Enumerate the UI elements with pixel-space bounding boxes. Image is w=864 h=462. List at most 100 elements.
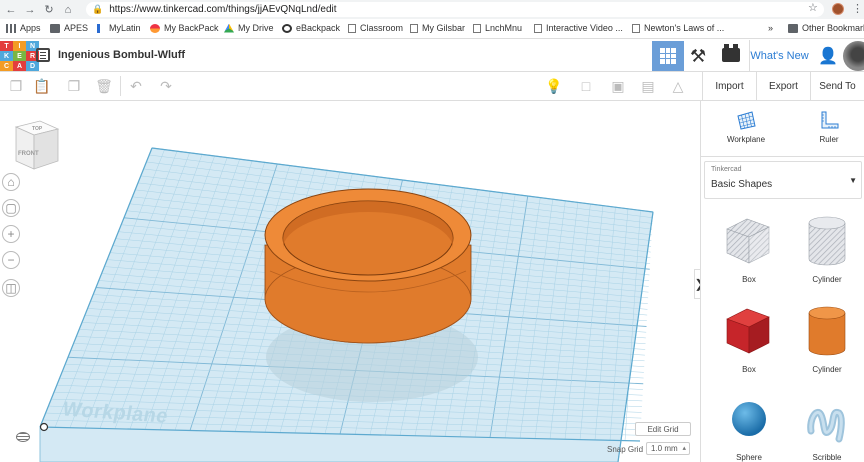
workplane-tool[interactable]: Workplane xyxy=(716,109,776,144)
home-icon[interactable]: ⌂ xyxy=(60,2,76,18)
paste-icon[interactable]: 📋 xyxy=(32,77,52,95)
zoom-out-icon[interactable]: − xyxy=(2,251,20,269)
design-title[interactable]: Ingenious Bombul-Wluff xyxy=(58,49,185,61)
layers-icon[interactable] xyxy=(16,432,30,442)
note-icon[interactable]: □ xyxy=(576,77,596,95)
import-button[interactable]: Import xyxy=(702,72,756,101)
ruler-icon xyxy=(821,111,839,129)
perspective-icon[interactable]: ◫ xyxy=(2,279,20,297)
export-button[interactable]: Export xyxy=(756,72,810,101)
fit-view-icon[interactable]: ▢ xyxy=(2,199,20,217)
cylinder-hole-shape[interactable] xyxy=(805,215,849,267)
bookmark-apps[interactable]: Apps xyxy=(6,23,41,33)
send-to-button[interactable]: Send To xyxy=(810,72,864,101)
orange-tray-object[interactable] xyxy=(264,188,472,344)
workplane-icon xyxy=(737,111,756,130)
grid-icon xyxy=(660,48,676,64)
bookmark-mylatin[interactable]: MyLatin xyxy=(97,23,141,33)
logo-cell: D xyxy=(26,61,39,71)
duplicate-icon[interactable]: ❐ xyxy=(64,77,84,95)
library-name: Basic Shapes xyxy=(711,179,773,190)
folder-icon xyxy=(788,23,798,33)
sphere-shape[interactable] xyxy=(729,399,769,439)
pickaxe-icon[interactable]: ⚒ xyxy=(690,46,710,66)
bookmarks-bar: Apps APES MyLatin My BackPack My Drive e… xyxy=(0,19,864,39)
page-icon xyxy=(534,23,542,33)
shape-label: Box xyxy=(742,275,756,284)
add-user-icon[interactable]: 👤 xyxy=(818,46,838,66)
page-icon xyxy=(348,23,356,33)
align-icon[interactable]: ▤ xyxy=(638,77,658,95)
folder-icon xyxy=(50,23,60,33)
bookmark-mybackpack[interactable]: My BackPack xyxy=(150,23,219,33)
view-cube-top-label: TOP xyxy=(32,126,43,132)
panel-divider xyxy=(701,156,864,157)
bookmark-ebackpack[interactable]: eBackpack xyxy=(282,23,340,33)
cylinder-shape[interactable] xyxy=(805,305,849,357)
chevron-down-icon: ▼ xyxy=(849,176,857,185)
bookmark-classroom[interactable]: Classroom xyxy=(348,23,403,33)
page-icon xyxy=(410,23,418,33)
snap-grid-label: Snap Grid xyxy=(607,445,644,454)
scribble-shape[interactable] xyxy=(805,401,845,445)
redo-icon[interactable]: ↷ xyxy=(156,77,176,95)
workspace-3d[interactable]: TOP FRONT ⌂ ▢ + − ◫ Workplane Edit Grid … xyxy=(0,101,694,462)
lightbulb-icon[interactable]: 💡 xyxy=(544,77,564,95)
back-icon[interactable]: ← xyxy=(3,2,19,18)
bookmark-other[interactable]: Other Bookmarks xyxy=(788,23,864,33)
logo-cell: K xyxy=(0,51,13,61)
copy-icon[interactable]: ❐ xyxy=(6,77,26,95)
bookmark-mydrive[interactable]: My Drive xyxy=(224,23,274,33)
tinkercad-logo[interactable]: T I N K E R C A D xyxy=(0,41,40,71)
ruler-tool[interactable]: Ruler xyxy=(799,109,859,144)
view-cube-front-label: FRONT xyxy=(18,151,39,157)
shape-label: Sphere xyxy=(736,453,762,462)
edit-grid-button[interactable]: Edit Grid xyxy=(635,422,691,436)
home-view-icon[interactable]: ⌂ xyxy=(2,173,20,191)
browser-menu-icon[interactable]: ⋮ xyxy=(852,2,863,15)
latin-icon xyxy=(97,23,100,33)
browser-toolbar: ← → ↻ ⌂ 🔒 https://www.tinkercad.com/thin… xyxy=(0,0,864,19)
reload-icon[interactable]: ↻ xyxy=(41,2,57,18)
mirror-icon[interactable]: △ xyxy=(668,77,688,95)
ebackpack-icon xyxy=(282,23,292,33)
delete-icon[interactable]: 🗑 xyxy=(94,77,114,95)
bookmark-interactive-video[interactable]: Interactive Video ... xyxy=(534,23,623,33)
brick-icon[interactable] xyxy=(722,44,740,62)
bookmark-newtons-laws[interactable]: Newton's Laws of ... xyxy=(632,23,724,33)
address-bar[interactable]: 🔒 https://www.tinkercad.com/things/jjAEv… xyxy=(86,2,824,17)
shape-label: Scribble xyxy=(812,453,842,462)
library-provider: Tinkercad xyxy=(711,166,742,173)
origin-marker xyxy=(39,422,49,432)
editor-toolbar: ❐ 📋 ❐ 🗑 ↶ ↷ 💡 □ ▣ ▤ △ Import Export Send… xyxy=(0,72,864,101)
snap-grid-select[interactable]: 1.0 mm xyxy=(646,442,690,455)
bookmarks-overflow[interactable]: » xyxy=(768,23,773,33)
page-icon xyxy=(473,23,481,33)
shapes-panel: Workplane Ruler Tinkercad Basic Shapes ▼… xyxy=(700,101,864,462)
apps-grid-icon xyxy=(6,23,16,33)
undo-icon[interactable]: ↶ xyxy=(126,77,146,95)
backpack-icon xyxy=(150,23,160,33)
logo-cell: I xyxy=(13,41,26,51)
lock-icon: 🔒 xyxy=(92,4,104,14)
logo-cell: T xyxy=(0,41,13,51)
browser-profile-avatar[interactable] xyxy=(832,3,844,15)
shape-library-select[interactable]: Tinkercad Basic Shapes ▼ xyxy=(704,161,862,199)
whats-new-link[interactable]: What's New xyxy=(749,40,809,72)
bookmark-lnchmnu[interactable]: LnchMnu xyxy=(473,23,522,33)
page-icon xyxy=(632,23,640,33)
bookmark-mygilsbar[interactable]: My Gilsbar xyxy=(410,23,465,33)
box-shape[interactable] xyxy=(723,305,773,355)
url-text: https://www.tinkercad.com/things/jjAEvQN… xyxy=(109,4,337,15)
view-cube-right[interactable] xyxy=(33,128,59,170)
shape-label: Box xyxy=(742,365,756,374)
design-list-icon[interactable] xyxy=(36,48,50,62)
3d-design-view-button[interactable] xyxy=(652,41,684,71)
forward-icon[interactable]: → xyxy=(22,2,38,18)
box-hole-shape[interactable] xyxy=(723,215,773,265)
bookmark-star-icon[interactable]: ☆ xyxy=(808,1,818,14)
bookmark-apes[interactable]: APES xyxy=(50,23,88,33)
zoom-in-icon[interactable]: + xyxy=(2,225,20,243)
group-icon[interactable]: ▣ xyxy=(608,77,628,95)
drive-icon xyxy=(224,23,234,33)
